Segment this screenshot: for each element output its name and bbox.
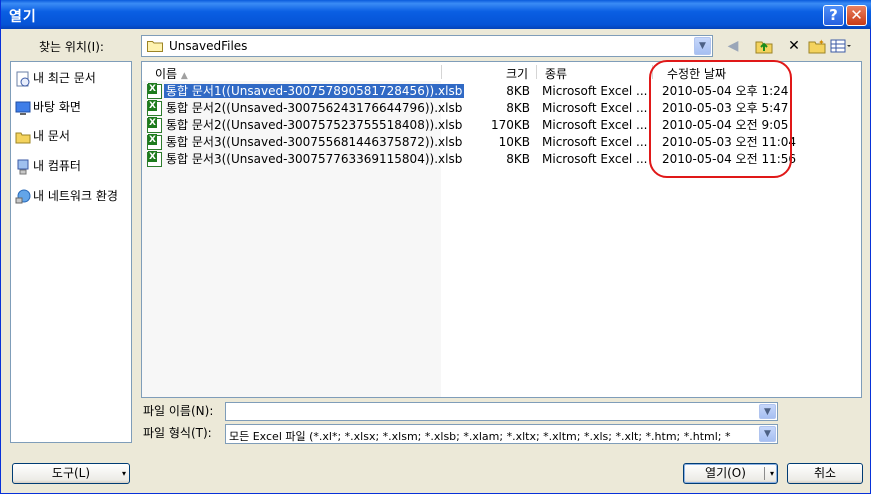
open-dialog: 열기 ? ✕ 찾는 위치(I): UnsavedFiles ▼ ◀ ✕ ✦ 내 …	[0, 0, 871, 494]
file-name-label: 파일 이름(N):	[143, 404, 214, 418]
title-bar[interactable]: 열기 ? ✕	[1, 0, 871, 29]
excel-file-icon	[147, 117, 162, 133]
cancel-button[interactable]: 취소	[787, 463, 863, 484]
place-desktop[interactable]: 바탕 화면	[15, 96, 81, 118]
svg-text:✦: ✦	[818, 38, 825, 47]
new-folder-icon[interactable]: ✦	[807, 36, 827, 56]
open-button[interactable]: 열기(O) ▾	[683, 463, 778, 484]
window-title: 열기	[9, 9, 37, 25]
column-name-header[interactable]: 이름 ▲	[155, 65, 188, 82]
tools-button-label: 도구(L)	[51, 466, 91, 480]
file-name: 통합 문서3((Unsaved-300755681446375872)).xls…	[166, 135, 463, 149]
file-type: Microsoft Excel ...	[542, 84, 648, 98]
file-type: Microsoft Excel ...	[542, 118, 648, 132]
file-type: Microsoft Excel ...	[542, 135, 648, 149]
my-computer-icon	[17, 159, 29, 174]
file-name-input[interactable]: ▼	[225, 402, 778, 421]
look-in-dropdown-button[interactable]: ▼	[694, 37, 711, 55]
place-my-computer[interactable]: 내 컴퓨터	[15, 155, 81, 177]
file-name: 통합 문서1((Unsaved-300757890581728456)).xls…	[164, 84, 465, 98]
open-button-label: 열기(O)	[705, 466, 746, 480]
open-dropdown-icon[interactable]: ▾	[770, 464, 774, 483]
annotation-highlight-ring	[649, 60, 792, 178]
file-size: 8KB	[506, 152, 530, 166]
file-size: 170KB	[490, 118, 530, 132]
column-size-header[interactable]: 크기	[506, 65, 528, 82]
excel-file-icon	[147, 83, 162, 99]
up-folder-icon[interactable]	[754, 36, 774, 56]
folder-icon	[147, 41, 163, 52]
file-type-label: 파일 형식(T):	[143, 426, 212, 440]
delete-icon[interactable]: ✕	[784, 36, 804, 56]
help-button[interactable]: ?	[823, 5, 844, 26]
excel-file-icon	[147, 100, 162, 116]
desktop-icon	[15, 101, 31, 115]
file-name: 통합 문서2((Unsaved-300756243176644796)).xls…	[166, 101, 463, 115]
recent-documents-icon	[16, 71, 30, 86]
file-type: Microsoft Excel ...	[542, 101, 648, 115]
my-documents-icon	[15, 132, 31, 143]
file-name-dropdown-button[interactable]: ▼	[759, 404, 776, 419]
look-in-value: UnsavedFiles	[169, 39, 248, 53]
places-bar: 내 최근 문서 바탕 화면 내 문서 내 컴퓨터 내 네트워크 환경	[10, 61, 132, 443]
open-split-divider	[764, 467, 765, 480]
place-label: 바탕 화면	[33, 100, 81, 114]
file-size: 8KB	[506, 101, 530, 115]
column-divider[interactable]	[536, 65, 537, 79]
file-name: 통합 문서2((Unsaved-300757523755518408)).xls…	[166, 118, 463, 132]
file-type-value: 모든 Excel 파일 (*.xl*; *.xlsx; *.xlsm; *.xl…	[229, 430, 731, 443]
views-icon[interactable]	[830, 36, 851, 56]
place-label: 내 컴퓨터	[33, 159, 81, 173]
place-label: 내 문서	[33, 129, 70, 143]
place-label: 내 최근 문서	[33, 71, 96, 85]
tools-button[interactable]: 도구(L) ▾	[12, 463, 130, 484]
place-network[interactable]: 내 네트워크 환경	[15, 185, 118, 207]
excel-file-icon	[147, 134, 162, 150]
file-type-dropdown-button[interactable]: ▼	[759, 426, 776, 442]
place-recent-documents[interactable]: 내 최근 문서	[15, 67, 96, 89]
file-name: 통합 문서3((Unsaved-300757763369115804)).xls…	[166, 152, 463, 166]
tools-dropdown-icon: ▾	[121, 469, 126, 478]
column-type-header[interactable]: 종류	[545, 65, 567, 82]
place-my-documents[interactable]: 내 문서	[15, 125, 70, 147]
file-size: 8KB	[506, 84, 530, 98]
look-in-combo[interactable]: UnsavedFiles ▼	[141, 35, 713, 57]
column-divider[interactable]	[441, 65, 442, 79]
sort-ascending-icon: ▲	[180, 71, 188, 81]
file-type-select[interactable]: 모든 Excel 파일 (*.xl*; *.xlsx; *.xlsm; *.xl…	[225, 424, 778, 444]
place-label: 내 네트워크 환경	[33, 189, 118, 203]
back-icon[interactable]: ◀	[723, 36, 743, 56]
look-in-label: 찾는 위치(I):	[39, 40, 104, 54]
close-button[interactable]: ✕	[846, 5, 867, 26]
network-icon	[15, 189, 31, 203]
file-type: Microsoft Excel ...	[542, 152, 648, 166]
file-size: 10KB	[498, 135, 530, 149]
excel-file-icon	[147, 151, 162, 167]
